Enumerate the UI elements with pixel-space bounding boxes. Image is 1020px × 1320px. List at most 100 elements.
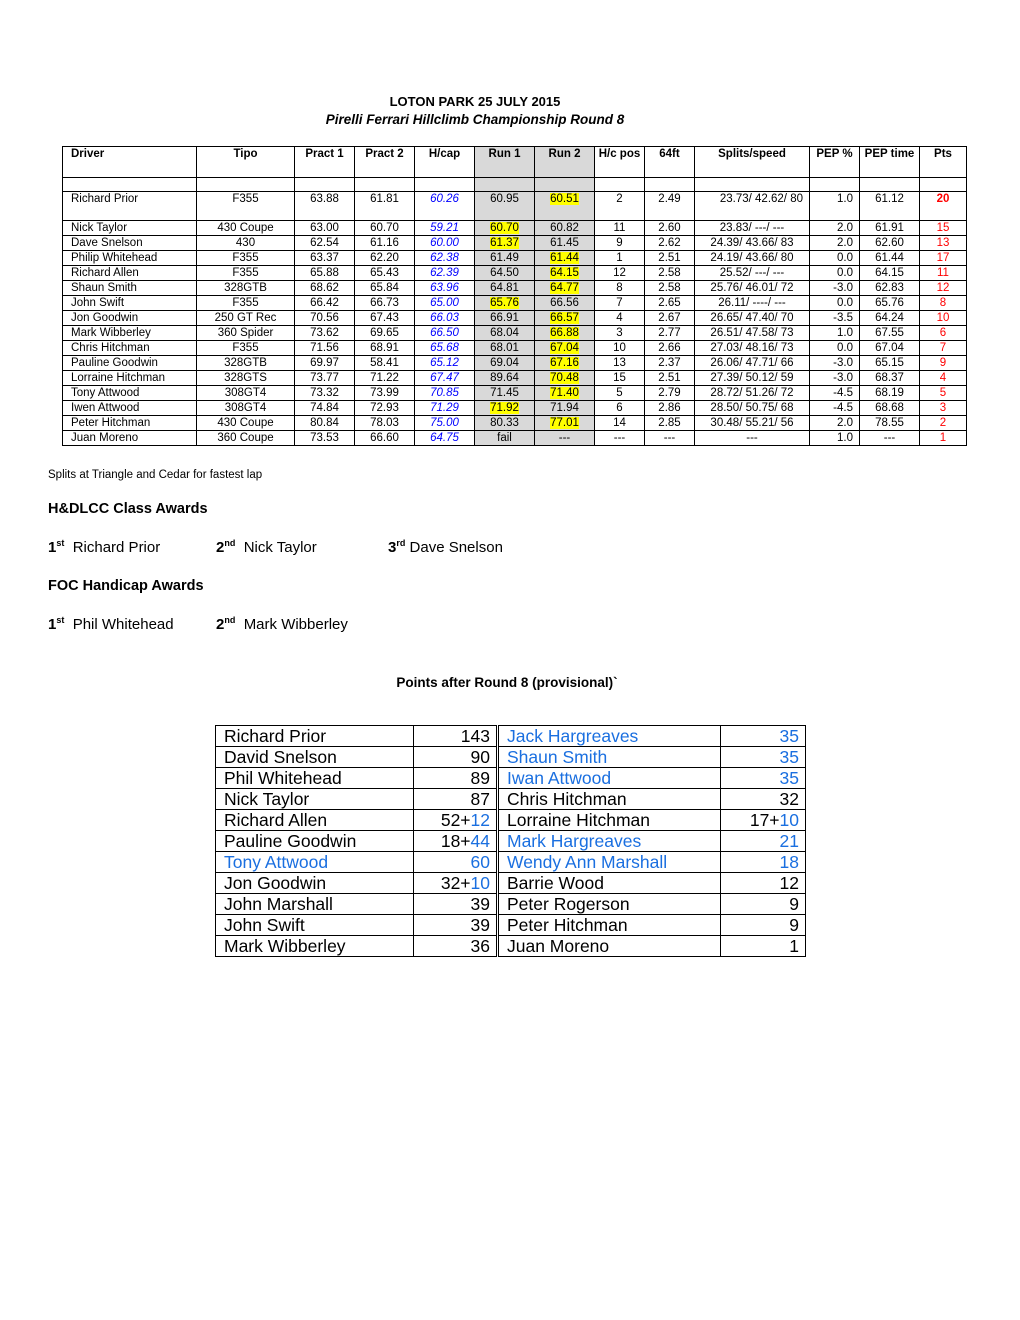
best-run-highlight: 66.88: [550, 327, 579, 339]
pep-time-cell-text: 64.24: [875, 312, 904, 324]
result-row: Shaun Smith 328GTB 68.62 65.84 63.96 64.81 64.…: [62, 280, 967, 296]
driver-name-text: Peter Rogerson: [507, 894, 630, 914]
hcap-cell: 65.12: [414, 355, 475, 371]
tipo-cell: F355: [196, 265, 295, 281]
hcpos-cell: 4: [594, 310, 645, 326]
pract2-cell: 66.60: [354, 430, 415, 446]
driver-cell-text: Shaun Smith: [71, 282, 137, 294]
pts-cell: 1: [919, 430, 967, 446]
pep-pct-cell-text: 2.0: [837, 222, 853, 234]
hcpos-cell: ---: [594, 430, 645, 446]
driver-name: Shaun Smith: [496, 746, 721, 768]
pep-time-cell: 61.44: [859, 250, 920, 266]
driver-name: Iwan Attwood: [496, 767, 721, 789]
splits-cell: ---: [694, 430, 810, 446]
pract1-cell-text: 66.42: [310, 297, 339, 309]
pract2-cell-text: 73.99: [370, 387, 399, 399]
driver-cell: Jon Goodwin: [62, 310, 197, 326]
pts-cell: 17: [919, 250, 967, 266]
ft64-cell-text: 2.58: [658, 282, 681, 294]
driver-points-text: 10: [779, 810, 799, 830]
pep-time-cell: ---: [859, 430, 920, 446]
hcap-cell-text: 62.39: [430, 267, 459, 279]
ft64-cell-text: 2.62: [658, 237, 681, 249]
driver-points: 21: [720, 830, 806, 852]
tipo-cell-text: 308GT4: [224, 402, 267, 414]
hcpos-cell-text: 7: [616, 297, 623, 309]
driver-name: Wendy Ann Marshall: [496, 851, 721, 873]
run2-cell: 66.88: [534, 325, 595, 341]
pract1-cell: 80.84: [294, 415, 355, 431]
driver-name-text: Richard Prior: [224, 726, 327, 746]
pract2-cell-text: 60.70: [370, 222, 399, 234]
driver-cell-text: Juan Moreno: [71, 432, 139, 444]
col-tipo: Tipo: [196, 146, 295, 178]
driver-cell: John Swift: [62, 295, 197, 311]
best-run-highlight: 70.48: [550, 372, 579, 384]
driver-name: Peter Hitchman: [496, 914, 721, 936]
pep-pct-cell-text: -4.5: [833, 387, 853, 399]
tipo-cell-text: F355: [232, 252, 259, 264]
hcap-cell-text: 60.26: [430, 193, 459, 205]
driver-name-text: Shaun Smith: [507, 747, 608, 767]
pts-cell: 11: [919, 265, 967, 281]
pract1-cell-text: 70.56: [310, 312, 339, 324]
pts-cell-text: 13: [936, 237, 950, 249]
splits-cell: 25.52/ ---/ ---: [694, 265, 810, 281]
pract1-cell-text: 62.54: [310, 237, 339, 249]
pep-time-cell-text: 67.55: [875, 327, 904, 339]
pts-cell: 5: [919, 385, 967, 401]
pep-pct-cell-text: 0.0: [837, 267, 853, 279]
driver-points-text: 12: [779, 873, 799, 893]
driver-points: 35: [720, 725, 806, 747]
hcpos-cell-text: 13: [613, 357, 626, 369]
splits-cell-text: 25.52/ ---/ ---: [719, 267, 785, 279]
splits-cell: 26.11/ ----/ ---: [694, 295, 810, 311]
driver-points: 39: [413, 893, 498, 915]
hcap-cell-text: 71.29: [430, 402, 459, 414]
pep-time-cell-text: 68.68: [875, 402, 904, 414]
tipo-cell: 430 Coupe: [196, 220, 295, 236]
points-row: David Snelson 90 Shaun Smith 35: [215, 746, 806, 768]
tipo-cell: 308GT4: [196, 385, 295, 401]
hcap-cell-text: 59.21: [430, 222, 459, 234]
driver-cell: Shaun Smith: [62, 280, 197, 296]
hcpos-cell-text: 5: [616, 387, 623, 399]
pep-pct-cell: 2.0: [809, 220, 860, 236]
pract1-cell: 63.88: [294, 191, 355, 221]
run2-cell: 61.44: [534, 250, 595, 266]
result-row: Chris Hitchman F355 71.56 68.91 65.68 68.01 67…: [62, 340, 967, 356]
run2-cell: 67.04: [534, 340, 595, 356]
pep-time-cell: 67.04: [859, 340, 920, 356]
pts-cell-text: 15: [936, 222, 950, 234]
hcap-cell: 65.00: [414, 295, 475, 311]
pts-cell: 8: [919, 295, 967, 311]
pract2-cell-text: 72.93: [370, 402, 399, 414]
pts-cell-text: 20: [936, 193, 950, 205]
tipo-cell-text: 328GTS: [224, 372, 267, 384]
points-row: Jon Goodwin 32+10 Barrie Wood 12: [215, 872, 806, 894]
driver-points-text: 89: [470, 768, 490, 788]
pract2-cell: 60.70: [354, 220, 415, 236]
points-row: Richard Allen 52+12 Lorraine Hitchman 17+10: [215, 809, 806, 831]
driver-cell-text: Jon Goodwin: [71, 312, 139, 324]
driver-cell: Richard Allen: [62, 265, 197, 281]
hcpos-cell: 10: [594, 340, 645, 356]
pep-pct-cell-text: -3.0: [833, 282, 853, 294]
pep-time-cell: 68.68: [859, 400, 920, 416]
run2-cell-text: 71.94: [550, 402, 579, 414]
hcpos-cell-text: 14: [613, 417, 626, 429]
driver-points: 18: [720, 851, 806, 873]
best-run-highlight: 67.04: [550, 342, 579, 354]
pract1-cell-text: 68.62: [310, 282, 339, 294]
pep-pct-cell: 1.0: [809, 430, 860, 446]
tipo-cell-text: 250 GT Rec: [214, 312, 277, 324]
ft64-cell-text: 2.60: [658, 222, 681, 234]
run1-cell: 65.76: [474, 295, 535, 311]
col-hcap: H/cap: [414, 146, 475, 178]
best-run-highlight: 64.77: [550, 282, 579, 294]
splits-cell-text: 24.39/ 43.66/ 83: [710, 237, 794, 249]
pep-pct-cell: 2.0: [809, 235, 860, 251]
driver-points-text: 17+: [749, 810, 780, 830]
driver-name-text: Tony Attwood: [224, 852, 329, 872]
